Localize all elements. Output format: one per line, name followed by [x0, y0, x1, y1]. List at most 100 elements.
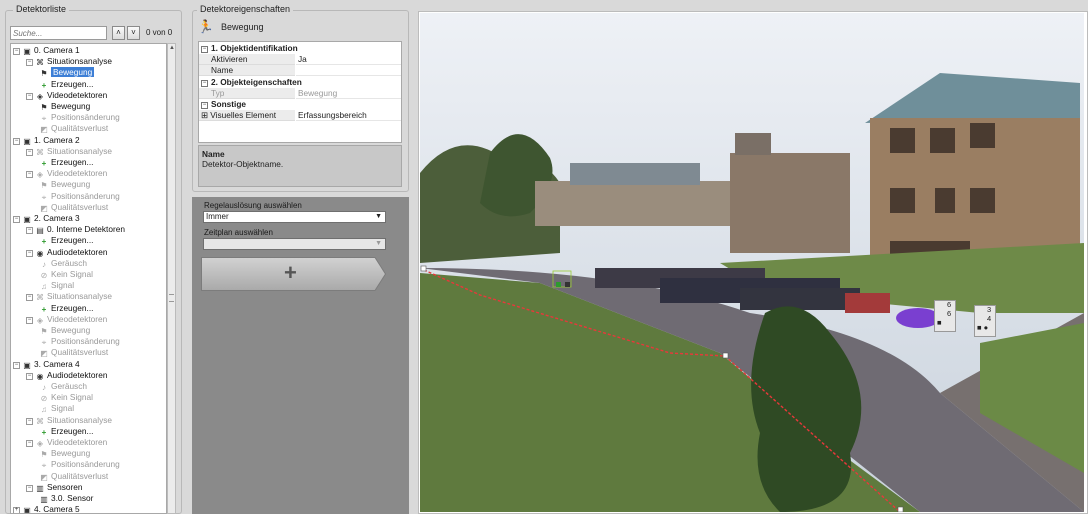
property-value[interactable]: [296, 65, 401, 77]
tree-item[interactable]: + Erzeugen...: [39, 79, 94, 90]
collapse-icon[interactable]: −: [26, 249, 33, 257]
search-next-button[interactable]: ˅: [127, 26, 140, 40]
property-value[interactable]: Ja: [296, 54, 401, 66]
collapse-icon[interactable]: −: [26, 171, 33, 179]
collapse-icon[interactable]: −: [26, 372, 33, 380]
tree-item[interactable]: + Erzeugen...: [39, 157, 94, 168]
tree-item-label: Qualitätsverlust: [51, 347, 109, 358]
tree-item[interactable]: − ⌘ Situationsanalyse: [26, 415, 112, 426]
tree-item[interactable]: − ◈ Videodetektoren: [26, 437, 107, 448]
tree-item[interactable]: − ◉ Audiodetektoren: [26, 247, 107, 258]
tree-item[interactable]: ◩ Qualitätsverlust: [39, 471, 108, 482]
tree-item[interactable]: ◩ Qualitätsverlust: [39, 347, 108, 358]
collapse-icon[interactable]: −: [13, 48, 20, 55]
add-rule-button[interactable]: +: [201, 257, 386, 291]
collapse-icon[interactable]: −: [26, 59, 33, 67]
property-category[interactable]: −2. Objekteigenschaften: [199, 76, 401, 88]
tree-item-label: 4. Camera 5: [34, 504, 80, 514]
tree-item-label: Audiodetektoren: [47, 369, 108, 380]
tree-item[interactable]: − ▣ 1. Camera 2: [13, 135, 80, 146]
collapse-icon[interactable]: −: [26, 440, 33, 447]
rule-trigger-value: Immer: [206, 212, 229, 221]
tree-item-label: Bewegung: [51, 179, 91, 190]
tree-item[interactable]: + Erzeugen...: [39, 235, 94, 246]
property-value[interactable]: Erfassungsbereich: [296, 110, 401, 122]
tree-item[interactable]: ♫ Signal: [39, 280, 74, 291]
tree-item[interactable]: − ▣ 3. Camera 4: [13, 359, 80, 370]
tree-item[interactable]: ⚑ Bewegung: [39, 67, 95, 78]
tree-item[interactable]: ♪ Geräusch: [39, 258, 87, 269]
search-row: ˄ ˅ 0 von 0: [10, 26, 180, 40]
property-row[interactable]: Typ Bewegung: [199, 87, 401, 99]
property-key: Aktivieren: [199, 54, 295, 66]
rule-trigger-select[interactable]: Immer ▼: [203, 211, 386, 223]
chevron-down-icon: ˅: [131, 28, 136, 37]
collapse-icon[interactable]: −: [13, 137, 20, 145]
tree-item[interactable]: ⚑ Bewegung: [39, 179, 90, 190]
schedule-select[interactable]: ▼: [203, 238, 386, 250]
detector-tree[interactable]: − ▣ 0. Camera 1− ⌘ Situationsanalyse ⚑ Bewegun…: [10, 43, 167, 514]
collapse-icon[interactable]: −: [13, 361, 20, 369]
tree-item[interactable]: − ⌘ Situationsanalyse: [26, 291, 112, 302]
tree-item[interactable]: − ▤ 0. Interne Detektoren: [26, 224, 125, 235]
property-value[interactable]: Bewegung: [296, 88, 401, 99]
tree-item[interactable]: ⚑ Bewegung: [39, 101, 90, 112]
tree-item[interactable]: − ▣ 0. Camera 1: [13, 45, 80, 56]
collapse-icon[interactable]: −: [26, 148, 33, 156]
collapse-icon[interactable]: −: [26, 294, 33, 302]
property-row[interactable]: Aktivieren Ja: [199, 54, 401, 66]
expand-icon[interactable]: +: [13, 507, 20, 513]
tree-item[interactable]: − ▣ 2. Camera 3: [13, 213, 80, 224]
tree-item[interactable]: ⌖ Positionsänderung: [39, 459, 120, 470]
tree-item[interactable]: ⌖ Positionsänderung: [39, 191, 120, 202]
tree-item[interactable]: ⚑ Bewegung: [39, 448, 90, 459]
search-prev-button[interactable]: ˄: [112, 26, 125, 40]
search-input[interactable]: [10, 26, 107, 40]
tree-item[interactable]: − ◈ Videodetektoren: [26, 90, 107, 101]
tree-scrollbar[interactable]: ▲: [167, 43, 176, 514]
collapse-icon[interactable]: −: [26, 227, 33, 235]
property-grid[interactable]: −1. Objektidentifikation Aktivieren Ja Name…: [198, 41, 402, 143]
tree-item[interactable]: + Erzeugen...: [39, 303, 94, 314]
tree-item[interactable]: − ◉ Audiodetektoren: [26, 370, 107, 381]
collapse-icon[interactable]: −: [26, 417, 33, 425]
tree-item[interactable]: ⚑ Bewegung: [39, 325, 90, 336]
camera-image[interactable]: [420, 13, 1084, 512]
tree-item[interactable]: + Erzeugen...: [39, 426, 94, 437]
property-category[interactable]: − Sonstige: [199, 99, 401, 110]
object-badge-2[interactable]: 3 4 ■ ●: [974, 305, 996, 337]
tree-item[interactable]: ◩ Qualitätsverlust: [39, 123, 108, 134]
collapse-icon[interactable]: −: [201, 102, 208, 109]
collapse-icon[interactable]: −: [26, 92, 33, 100]
tree-item[interactable]: ▥ 3.0. Sensor: [39, 493, 93, 504]
plus-icon: +: [284, 260, 297, 285]
tree-item[interactable]: ◩ Qualitätsverlust: [39, 202, 108, 213]
tree-item[interactable]: ♫ Signal: [39, 403, 74, 414]
tree-item-label: 2. Camera 3: [34, 213, 80, 223]
schedule-label: Zeitplan auswählen: [204, 228, 273, 237]
tree-item[interactable]: ♪ Geräusch: [39, 381, 87, 392]
tree-item[interactable]: − ◈ Videodetektoren: [26, 168, 107, 179]
tree-item[interactable]: + ▣ 4. Camera 5: [13, 504, 80, 514]
tree-item[interactable]: ⊘ Kein Signal: [39, 392, 93, 403]
collapse-icon[interactable]: −: [26, 484, 33, 492]
scroll-up-icon[interactable]: ▲: [169, 45, 175, 51]
tree-item[interactable]: − ▥ Sensoren: [26, 482, 83, 493]
property-row[interactable]: Name: [199, 65, 401, 77]
collapse-icon[interactable]: −: [201, 79, 208, 87]
collapse-icon[interactable]: −: [201, 46, 208, 53]
tree-item[interactable]: ⊘ Kein Signal: [39, 269, 93, 280]
object-badge-1[interactable]: 6 6 ■: [934, 300, 956, 332]
tree-item-label: 0. Interne Detektoren: [47, 224, 125, 235]
collapse-icon[interactable]: −: [26, 316, 33, 324]
tree-item[interactable]: − ◈ Videodetektoren: [26, 314, 107, 325]
scroll-grip[interactable]: [169, 294, 174, 302]
collapse-icon[interactable]: −: [13, 216, 20, 223]
runner-icon: ⚑: [40, 181, 48, 191]
property-row[interactable]: ⊞ Visuelles Element Erfassungsbereich: [199, 110, 401, 122]
tree-item[interactable]: − ⌘ Situationsanalyse: [26, 146, 112, 157]
tree-item[interactable]: ⌖ Positionsänderung: [39, 336, 120, 347]
tree-item[interactable]: − ⌘ Situationsanalyse: [26, 56, 112, 67]
property-category[interactable]: −1. Objektidentifikation: [199, 43, 401, 54]
tree-item[interactable]: ⌖ Positionsänderung: [39, 112, 120, 123]
